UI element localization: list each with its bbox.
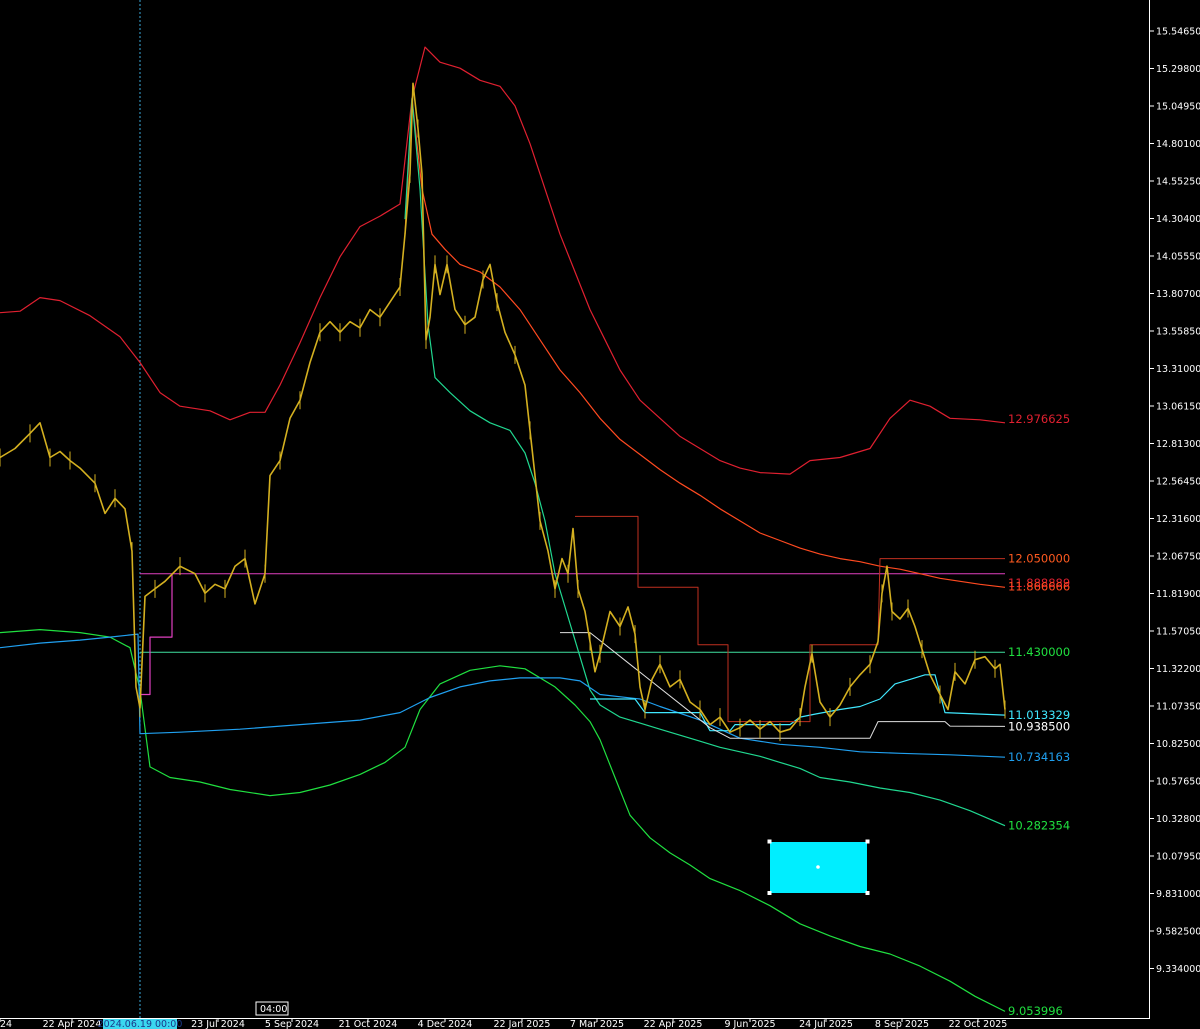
- y-tick-label: 10.576500: [1156, 777, 1200, 788]
- y-tick-label: 13.310000: [1156, 364, 1200, 375]
- level-label: 11.430000: [1008, 645, 1070, 659]
- chart-background: [0, 0, 1200, 1029]
- y-tick-label: 13.558500: [1156, 327, 1200, 338]
- x-tick-label: 21 Oct 2024: [339, 1019, 398, 1029]
- y-tick-label: 10.079500: [1156, 852, 1200, 863]
- x-tick-label: 8 Sep 2025: [875, 1019, 929, 1029]
- price-chart[interactable]: 12.97662512.05000011.88888911.86666611.4…: [0, 0, 1200, 1029]
- handle-top-right[interactable]: [865, 839, 870, 844]
- level-label: 10.938500: [1008, 719, 1070, 733]
- x-tick-label: 22 Jan 2025: [494, 1019, 551, 1029]
- x-tick-label: 22 Apr 2024: [43, 1019, 102, 1029]
- level-label: 9.053996: [1008, 1004, 1063, 1018]
- y-tick-label: 15.049500: [1156, 102, 1200, 113]
- y-tick-label: 12.316000: [1156, 514, 1200, 525]
- x-tick-label: 23 Jul 2024: [191, 1019, 245, 1029]
- y-tick-label: 15.298000: [1156, 64, 1200, 75]
- handle-bottom-right[interactable]: [865, 891, 870, 895]
- level-label: 12.976625: [1008, 412, 1070, 426]
- y-tick-label: 13.061500: [1156, 402, 1200, 413]
- x-tick-label: 24: [0, 1019, 12, 1029]
- level-label: 10.734163: [1008, 750, 1070, 764]
- y-tick-label: 14.801000: [1156, 139, 1200, 150]
- y-tick-label: 15.546500: [1156, 27, 1200, 38]
- y-tick-label: 12.067500: [1156, 552, 1200, 563]
- x-tick-label: 24 Jul 2025: [799, 1019, 853, 1029]
- timeframe-marker[interactable]: 04:00: [255, 1001, 289, 1016]
- x-tick-label: 9 Jun 2025: [724, 1019, 775, 1029]
- y-tick-label: 10.825000: [1156, 739, 1200, 750]
- level-label: 11.866666: [1008, 579, 1070, 593]
- y-tick-label: 12.564500: [1156, 477, 1200, 488]
- crosshair-x-label: 2024.06.19 00:00: [98, 1019, 183, 1029]
- x-tick-label: 22 Apr 2025: [644, 1019, 703, 1029]
- handle-top-left[interactable]: [767, 839, 772, 844]
- handle-bottom-left[interactable]: [767, 891, 772, 895]
- y-tick-label: 9.582500: [1156, 927, 1200, 938]
- timeframe-label: 04:00: [260, 1004, 287, 1015]
- selection-rectangle[interactable]: [767, 839, 870, 896]
- y-tick-label: 11.073500: [1156, 702, 1200, 713]
- y-tick-label: 14.552500: [1156, 177, 1200, 188]
- y-tick-label: 11.570500: [1156, 627, 1200, 638]
- y-tick-label: 14.055500: [1156, 252, 1200, 263]
- x-tick-label: 5 Sep 2024: [265, 1019, 319, 1029]
- level-label: 12.050000: [1008, 552, 1070, 566]
- y-tick-label: 9.334000: [1156, 964, 1200, 975]
- y-tick-label: 14.304000: [1156, 214, 1200, 225]
- y-tick-label: 12.813000: [1156, 439, 1200, 450]
- y-tick-label: 9.831000: [1156, 889, 1200, 900]
- level-label: 10.282354: [1008, 818, 1070, 832]
- y-tick-label: 10.328000: [1156, 814, 1200, 825]
- x-tick-label: 4 Dec 2024: [418, 1019, 473, 1029]
- x-tick-label: 22 Oct 2025: [949, 1019, 1008, 1029]
- x-tick-label: 7 Mar 2025: [570, 1019, 624, 1029]
- handle-center[interactable]: [816, 865, 820, 869]
- y-tick-label: 11.819000: [1156, 589, 1200, 600]
- y-tick-label: 11.322000: [1156, 664, 1200, 675]
- y-tick-label: 13.807000: [1156, 289, 1200, 300]
